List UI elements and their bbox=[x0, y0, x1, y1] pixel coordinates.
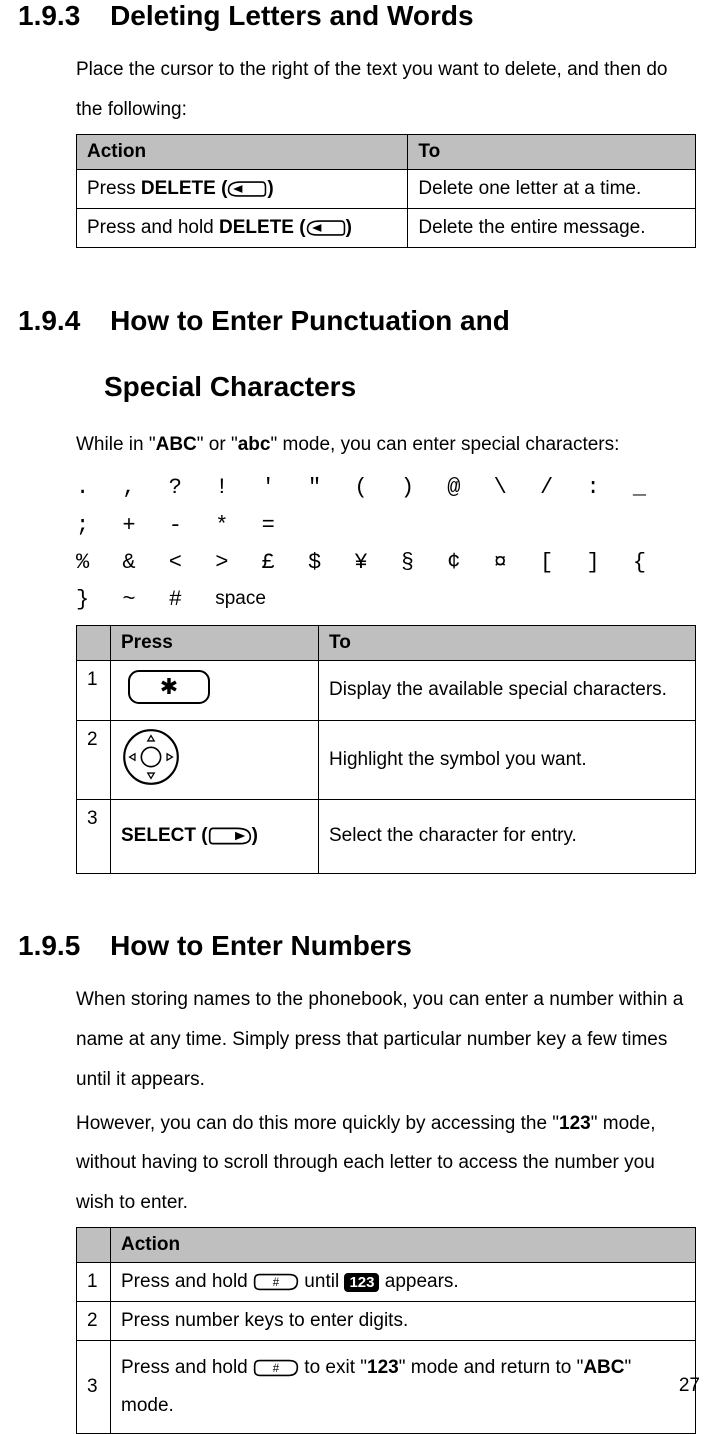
symbols-row-2: % & < > £ $ ¥ § ¢ ¤ [ ] { } ~ # space bbox=[76, 544, 696, 619]
th-to: To bbox=[408, 134, 696, 169]
table-1-9-4: Press To 1 Display the available special… bbox=[76, 625, 696, 874]
hash-key-icon bbox=[253, 1271, 299, 1293]
th-blank bbox=[77, 1228, 111, 1263]
section-number: 1.9.4 bbox=[18, 304, 80, 338]
table-1-9-3: Action To Press DELETE () Delete one let… bbox=[76, 134, 696, 248]
intro-1-9-4: While in "ABC" or "abc" mode, you can en… bbox=[76, 425, 696, 465]
mode-123-badge: 123 bbox=[344, 1273, 379, 1292]
table-1-9-5: Action 1 Press and hold until 123 appear… bbox=[76, 1227, 696, 1434]
section-number: 1.9.3 bbox=[18, 0, 80, 32]
intro-1-9-3: Place the cursor to the right of the tex… bbox=[76, 50, 696, 130]
star-key-icon bbox=[121, 667, 217, 707]
th-blank bbox=[77, 625, 111, 660]
cell-action-2: Press number keys to enter digits. bbox=[111, 1302, 696, 1341]
row-num-3: 3 bbox=[77, 799, 111, 873]
th-to: To bbox=[319, 625, 696, 660]
row-num-3: 3 bbox=[77, 1341, 111, 1434]
th-action: Action bbox=[77, 134, 408, 169]
cell-press-3: SELECT () bbox=[111, 799, 319, 873]
hash-key-icon bbox=[253, 1357, 299, 1379]
cell-to-1: Display the available special characters… bbox=[319, 660, 696, 720]
cell-action-3: Press and hold to exit "123" mode and re… bbox=[111, 1341, 696, 1434]
cell-to-1: Delete one letter at a time. bbox=[408, 169, 696, 208]
left-softkey-icon bbox=[306, 217, 346, 239]
cell-to-3: Select the character for entry. bbox=[319, 799, 696, 873]
row-num-2: 2 bbox=[77, 1302, 111, 1341]
heading-1-9-3: 1.9.3 Deleting Letters and Words bbox=[18, 0, 696, 32]
page-number: 27 bbox=[679, 1375, 700, 1397]
section-title: Deleting Letters and Words bbox=[110, 0, 474, 31]
section-number: 1.9.5 bbox=[18, 930, 80, 962]
section-title: How to Enter Numbers bbox=[110, 930, 412, 961]
row-num-1: 1 bbox=[77, 660, 111, 720]
section-title-line1: How to Enter Punctuation and bbox=[110, 305, 510, 336]
section-title-line2: Special Characters bbox=[104, 371, 696, 403]
cell-action-2: Press and hold DELETE () bbox=[77, 208, 408, 247]
cell-action-1: Press DELETE () bbox=[77, 169, 408, 208]
para-1-9-5-a: When storing names to the phonebook, you… bbox=[76, 980, 696, 1100]
cell-to-2: Delete the entire message. bbox=[408, 208, 696, 247]
th-press: Press bbox=[111, 625, 319, 660]
row-num-1: 1 bbox=[77, 1263, 111, 1302]
cell-to-2: Highlight the symbol you want. bbox=[319, 720, 696, 799]
para-1-9-5-b: However, you can do this more quickly by… bbox=[76, 1104, 696, 1224]
cell-press-2 bbox=[111, 720, 319, 799]
cell-action-1: Press and hold until 123 appears. bbox=[111, 1263, 696, 1302]
cell-press-1 bbox=[111, 660, 319, 720]
left-softkey-icon bbox=[227, 178, 267, 200]
right-softkey-icon bbox=[208, 825, 252, 847]
special-characters-list: . , ? ! ' " ( ) @ \ / : _ ; + - * = % & … bbox=[76, 469, 696, 619]
heading-1-9-5: 1.9.5 How to Enter Numbers bbox=[18, 930, 696, 962]
heading-1-9-4: 1.9.4 How to Enter Punctuation and bbox=[18, 304, 696, 338]
symbols-row-1: . , ? ! ' " ( ) @ \ / : _ ; + - * = bbox=[76, 469, 696, 544]
row-num-2: 2 bbox=[77, 720, 111, 799]
th-action: Action bbox=[111, 1228, 696, 1263]
navigation-disc-icon bbox=[121, 727, 181, 787]
